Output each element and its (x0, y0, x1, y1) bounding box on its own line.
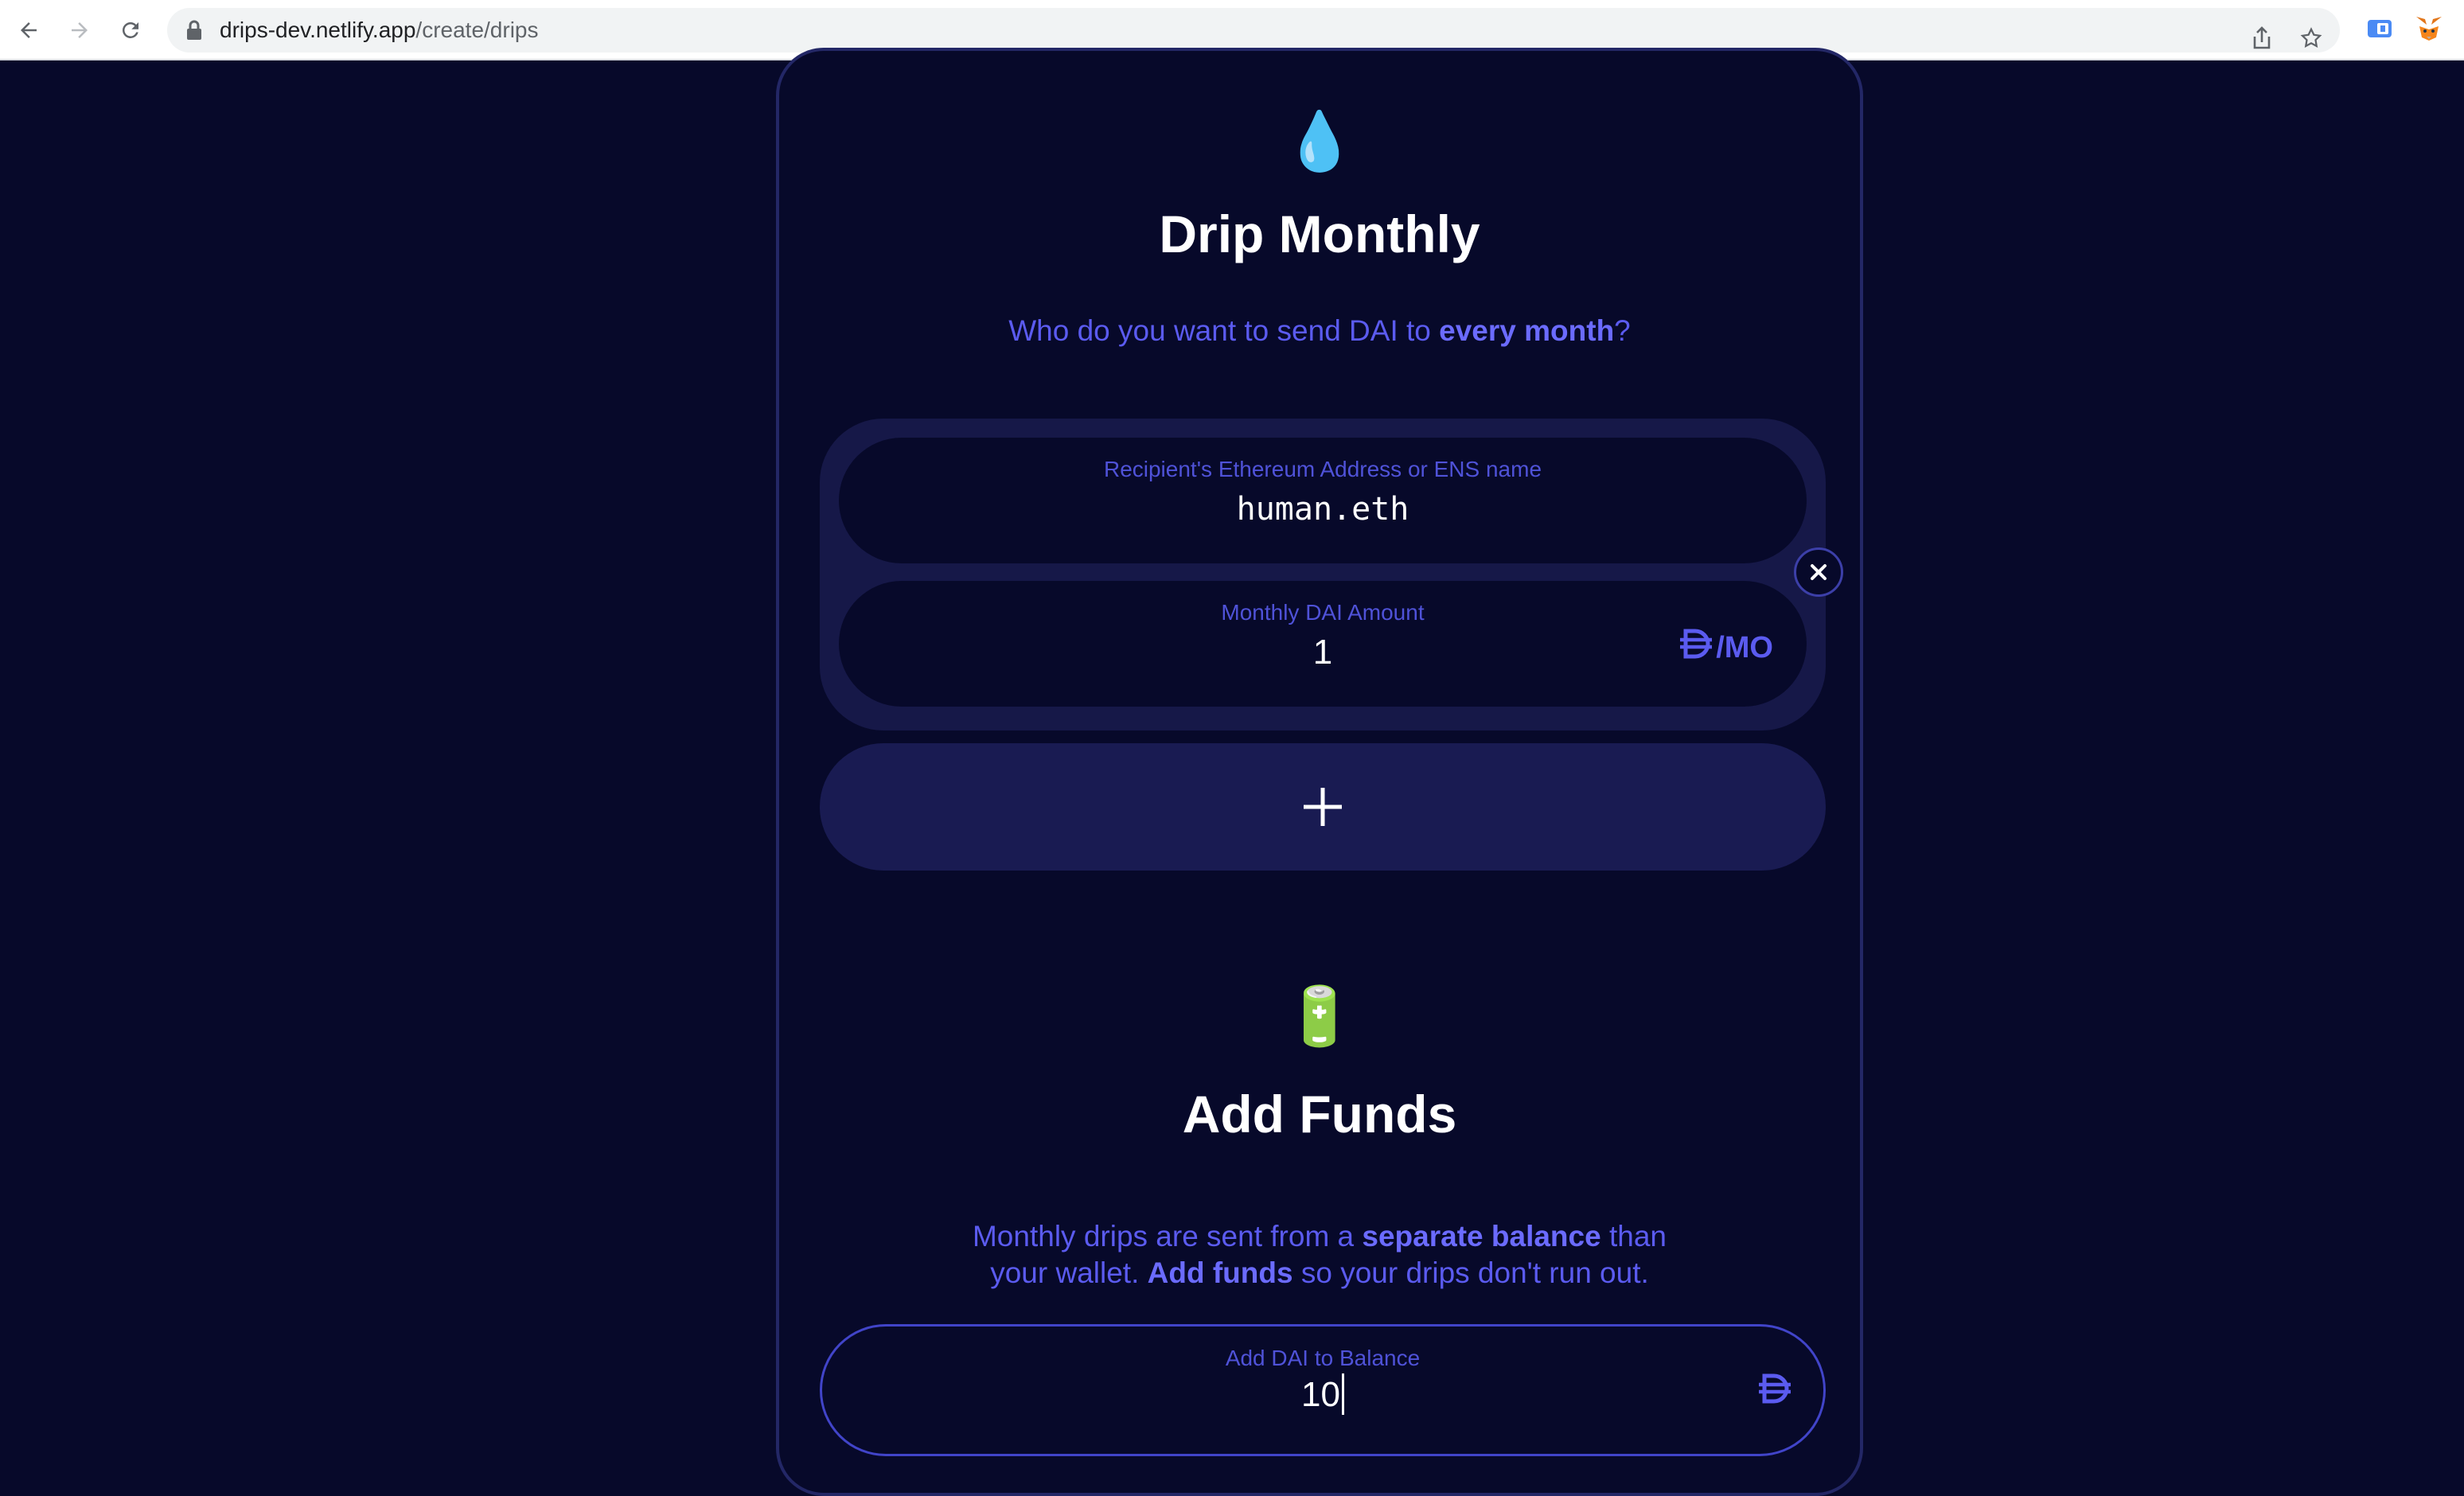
reload-icon[interactable] (115, 14, 146, 46)
create-drips-card: 💧 Drip Monthly Who do you want to send D… (776, 48, 1863, 1496)
metamask-icon[interactable] (2413, 13, 2445, 45)
lock-icon (185, 19, 207, 41)
per-month-label: /MO (1716, 630, 1773, 664)
add-balance-input[interactable]: 10 (822, 1373, 1823, 1417)
dai-icon (1756, 1373, 1793, 1408)
recipient-label: Recipient's Ethereum Address or ENS name (1103, 457, 1542, 481)
add-balance-field[interactable]: Add DAI to Balance 10 (820, 1324, 1826, 1456)
desc2-suffix: so your drips don't run out. (1292, 1256, 1649, 1289)
add-balance-label: Add DAI to Balance (1225, 1346, 1421, 1370)
forward-icon[interactable] (64, 14, 96, 46)
add-recipient-button[interactable] (820, 743, 1826, 871)
desc1-bold: separate balance (1362, 1220, 1601, 1253)
battery-icon: 🔋 (1284, 983, 1355, 1050)
recipient-input[interactable]: human.eth (839, 487, 1807, 532)
balance-value: 10 (1301, 1375, 1340, 1414)
add-funds-description-line2: your wallet. Add funds so your drips don… (779, 1254, 1860, 1292)
remove-recipient-button[interactable] (1794, 547, 1843, 597)
droplet-icon: 💧 (1284, 107, 1355, 174)
dai-per-month-unit: /MO (1678, 625, 1773, 670)
text-caret (1341, 1373, 1344, 1416)
back-icon[interactable] (13, 14, 45, 46)
url-host: drips-dev.netlify.app (220, 18, 416, 42)
star-icon[interactable] (2295, 22, 2327, 54)
drip-monthly-title: Drip Monthly (1159, 205, 1480, 263)
add-funds-description-line1: Monthly drips are sent from a separate b… (779, 1217, 1860, 1256)
plus-icon (1304, 788, 1342, 826)
subtitle-bold: every month (1439, 314, 1615, 347)
desc2-prefix: your wallet. (990, 1256, 1148, 1289)
add-funds-title: Add Funds (1182, 1085, 1457, 1143)
close-icon (1811, 564, 1827, 580)
subtitle-suffix: ? (1614, 314, 1631, 347)
dai-icon (1678, 628, 1714, 668)
drip-recipient-group: Recipient's Ethereum Address or ENS name… (820, 419, 1826, 730)
recipient-field[interactable]: Recipient's Ethereum Address or ENS name… (839, 438, 1807, 563)
share-icon[interactable] (2246, 22, 2278, 54)
desc2-bold: Add funds (1147, 1256, 1293, 1289)
monthly-amount-field[interactable]: Monthly DAI Amount 1 /MO (839, 581, 1807, 707)
subtitle-prefix: Who do you want to send DAI to (1008, 314, 1440, 347)
monthly-amount-label: Monthly DAI Amount (1221, 600, 1425, 625)
desc1-suffix: than (1600, 1220, 1667, 1253)
monthly-amount-input[interactable]: 1 (839, 630, 1807, 675)
desc1-prefix: Monthly drips are sent from a (972, 1220, 1363, 1253)
url-path: /create/drips (415, 18, 539, 42)
drip-monthly-subtitle: Who do you want to send DAI to every mon… (779, 312, 1860, 350)
url-text: drips-dev.netlify.app/create/drips (220, 18, 539, 43)
extension-icon[interactable] (2364, 13, 2396, 45)
address-bar[interactable]: drips-dev.netlify.app/create/drips (167, 8, 2340, 53)
